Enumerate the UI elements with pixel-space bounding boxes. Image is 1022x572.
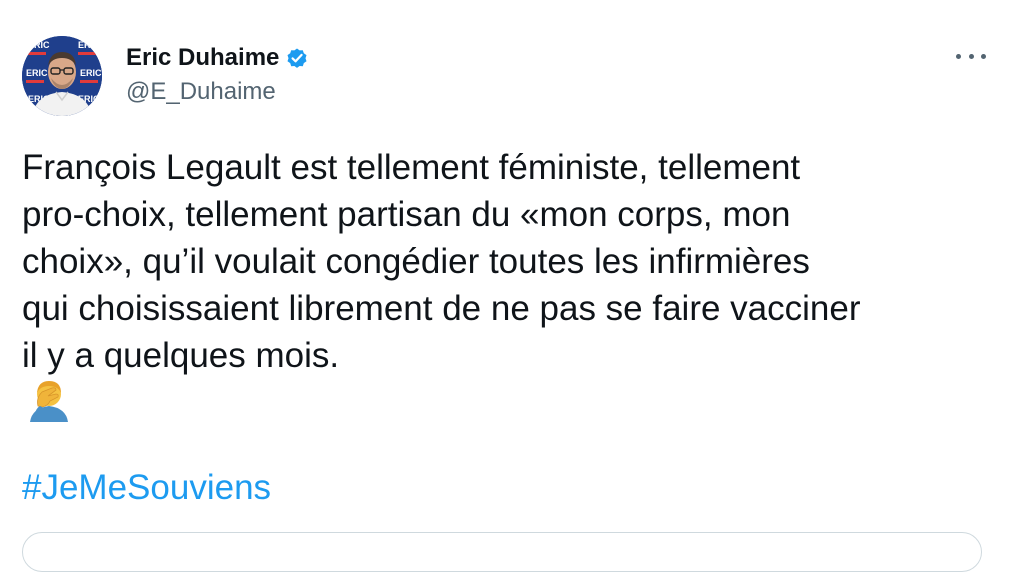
avatar[interactable]: ERIC ERIC ERIC ERIC ERIC ERIC <box>22 36 102 116</box>
svg-text:ERIC: ERIC <box>26 68 48 78</box>
tweet-text-line: François Legault est tellement féministe… <box>22 148 801 187</box>
avatar-image: ERIC ERIC ERIC ERIC ERIC ERIC <box>22 36 102 116</box>
more-dot <box>956 53 961 59</box>
svg-text:ERIC: ERIC <box>80 68 102 78</box>
tweet-text-line: il y a quelques mois. <box>22 336 340 375</box>
tweet-text-line: pro-choix, tellement partisan du «mon co… <box>22 195 791 234</box>
tweet-text: François Legault est tellement féministe… <box>22 144 997 379</box>
more-dot <box>981 53 986 59</box>
verified-badge-icon <box>285 46 309 70</box>
more-options-icon[interactable] <box>956 44 986 68</box>
tweet: ERIC ERIC ERIC ERIC ERIC ERIC Eric Duhai… <box>0 0 1022 572</box>
author-name-row[interactable]: Eric Duhaime <box>126 42 309 74</box>
hashtag-link[interactable]: #JeMeSouviens <box>22 464 271 511</box>
svg-text:ERIC: ERIC <box>28 40 50 50</box>
svg-text:ERIC: ERIC <box>78 40 100 50</box>
tweet-text-line: qui choisissaient librement de ne pas se… <box>22 289 861 328</box>
face-palm-emoji-icon <box>26 376 72 422</box>
author-display-name[interactable]: Eric Duhaime <box>126 44 279 72</box>
author-handle[interactable]: @E_Duhaime <box>126 78 276 106</box>
quoted-card-edge[interactable] <box>22 532 982 572</box>
more-dot <box>968 53 974 59</box>
tweet-text-line: choix», qu’il voulait congédier toutes l… <box>22 242 810 281</box>
